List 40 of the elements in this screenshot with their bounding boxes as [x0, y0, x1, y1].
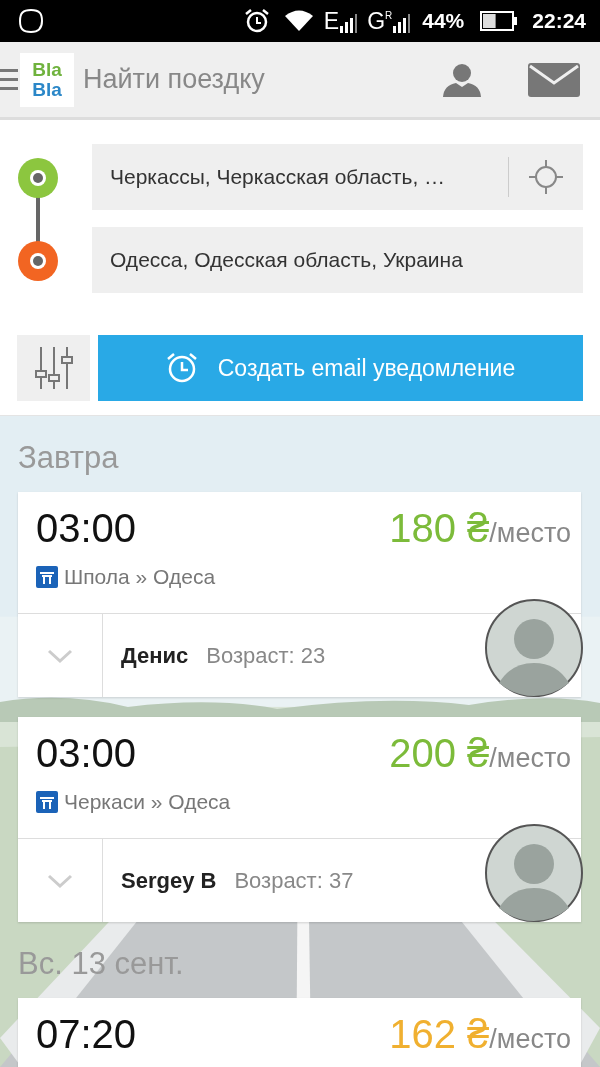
sliders-icon [33, 347, 74, 389]
route-text: Черкаси » Одеса [64, 790, 231, 814]
departure-time: 07:20 [36, 1012, 138, 1057]
route-text: Шпола » Одеса [64, 565, 216, 589]
locate-icon[interactable] [529, 160, 563, 194]
price-unit: /место [489, 518, 571, 549]
menu-icon[interactable] [0, 66, 18, 93]
avatar-icon [485, 824, 583, 922]
section-date-heading: Завтра [18, 439, 120, 477]
mail-icon[interactable] [528, 62, 580, 97]
highway-icon [36, 566, 58, 588]
departure-time: 03:00 [36, 506, 138, 551]
trip-price: 162 ₴ [389, 1012, 490, 1057]
origin-field[interactable]: Черкассы, Черкасская область, … [92, 144, 583, 210]
driver-name: Sergey B [121, 867, 217, 894]
app-notification-icon [18, 8, 44, 34]
profile-icon[interactable] [442, 62, 482, 97]
driver-age: Возраст: 37 [234, 867, 354, 894]
driver-age: Возраст: 23 [206, 642, 326, 669]
trip-card[interactable]: 07:20 162 ₴/место [18, 998, 581, 1067]
battery-icon [480, 11, 519, 31]
price-unit: /место [489, 1024, 571, 1055]
trip-price: 200 ₴ [389, 731, 490, 776]
wifi-icon [283, 9, 314, 33]
price-unit: /место [489, 743, 571, 774]
departure-time: 03:00 [36, 731, 138, 776]
highway-icon [36, 791, 58, 813]
alarm-icon [243, 8, 270, 34]
destination-field[interactable]: Одесса, Одесская область, Украина [92, 227, 583, 293]
driver-name: Денис [121, 642, 189, 669]
trip-price: 180 ₴ [389, 506, 490, 551]
clock-time: 22:24 [532, 9, 586, 33]
trip-card[interactable]: 03:00 180 ₴/место Шпола » Одеса Денис Возраст: 23 [18, 492, 581, 697]
avatar-icon [485, 599, 583, 697]
trip-card[interactable]: 03:00 200 ₴/место Черкаси » Одеса Sergey B Возраст: 37 [18, 717, 581, 922]
app-logo[interactable]: Bla Bla [20, 52, 74, 107]
filter-button[interactable] [17, 335, 90, 401]
alarm-clock-icon [165, 352, 198, 384]
battery-percent: 44% [422, 9, 465, 33]
screen-title: Найти поездку [83, 64, 266, 95]
